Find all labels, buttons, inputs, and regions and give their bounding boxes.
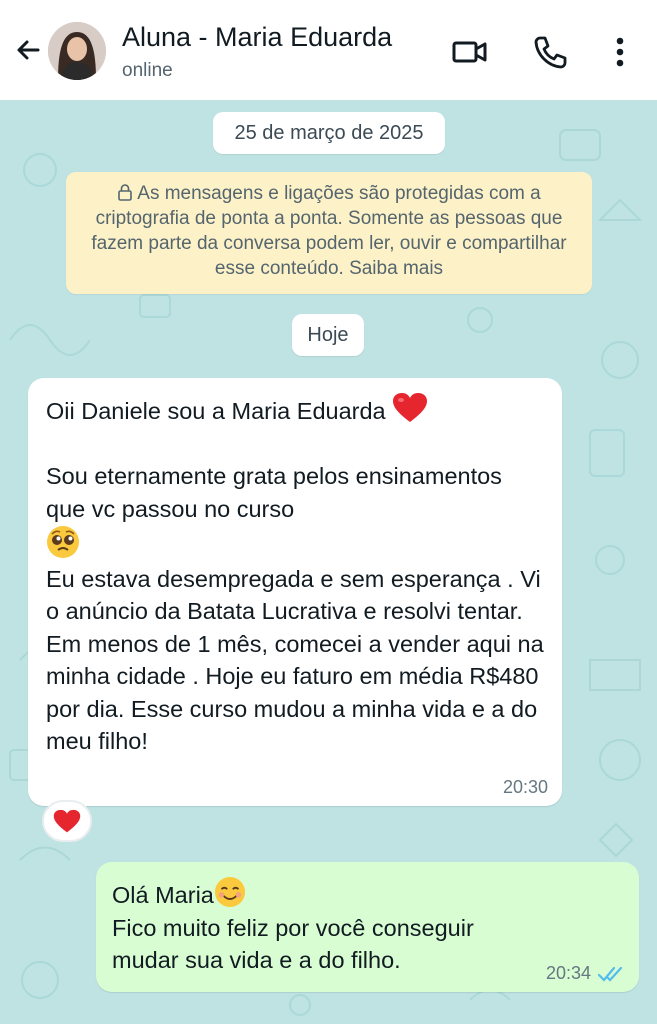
today-separator: Hoje xyxy=(292,314,364,356)
voice-call-icon[interactable] xyxy=(530,32,570,72)
message-line: Sou eternamente grata pelos ensinamentos… xyxy=(46,463,502,522)
message-timestamp: 20:30 xyxy=(502,777,548,797)
message-text: Oii Daniele sou a Maria Eduarda Sou eter… xyxy=(46,392,544,758)
read-receipt-icon xyxy=(597,966,623,982)
chat-area: 25 de março de 2025 As mensagens e ligaç… xyxy=(0,100,657,1024)
contact-name[interactable]: Aluna - Maria Eduarda xyxy=(122,22,392,53)
avatar[interactable] xyxy=(48,22,106,80)
heart-emoji-icon xyxy=(393,393,428,422)
smiling-face-emoji-icon xyxy=(214,876,245,908)
date-separator: 25 de março de 2025 xyxy=(213,112,445,154)
video-call-icon[interactable] xyxy=(450,32,490,72)
message-line: Olá Maria xyxy=(112,882,214,908)
encryption-notice-text: As mensagens e ligações são protegidas c… xyxy=(91,183,567,279)
message-timestamp: 20:34 xyxy=(545,963,591,983)
pleading-face-emoji-icon xyxy=(47,526,79,558)
message-line: Eu estava desempregada e sem esperança .… xyxy=(46,565,544,755)
reaction-badge[interactable] xyxy=(42,800,92,842)
chat-header: Aluna - Maria Eduarda online xyxy=(0,0,657,100)
encryption-notice[interactable]: As mensagens e ligações são protegidas c… xyxy=(66,172,592,294)
outgoing-message-bubble[interactable]: Olá Maria Fico muito feliz por você cons… xyxy=(96,862,639,992)
message-line: Oii Daniele sou a Maria Eduarda xyxy=(46,398,386,424)
message-meta: 20:34 xyxy=(546,963,625,984)
message-text: Olá Maria Fico muito feliz por você cons… xyxy=(112,876,623,977)
incoming-message-bubble[interactable]: Oii Daniele sou a Maria Eduarda Sou eter… xyxy=(28,378,562,806)
more-options-icon[interactable] xyxy=(604,32,644,72)
back-arrow-icon[interactable] xyxy=(12,34,44,66)
lock-icon xyxy=(118,184,133,201)
message-line: Fico muito feliz por você conseguir muda… xyxy=(112,914,474,974)
heart-reaction-icon xyxy=(53,809,81,832)
contact-status: online xyxy=(122,60,173,81)
